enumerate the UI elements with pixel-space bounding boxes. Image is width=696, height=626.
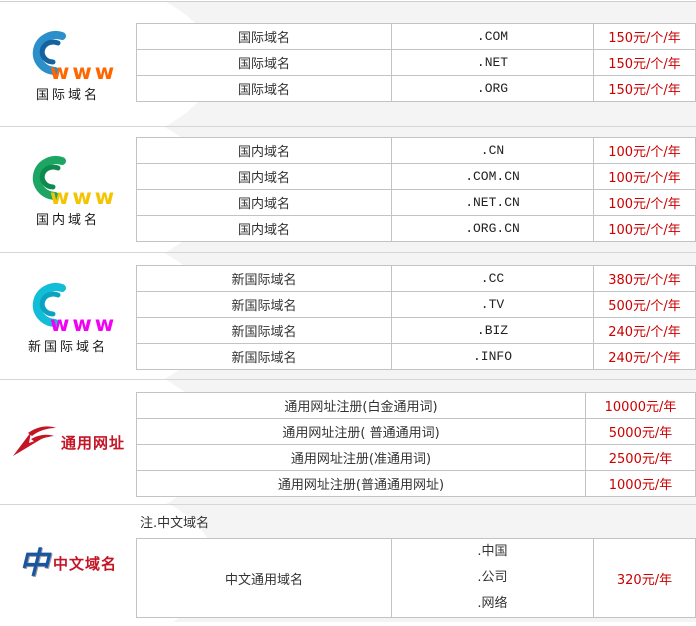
sidebar-label-new-international: 新国际域名 [28,336,108,355]
service-name-cell: 通用网址注册(白金通用词) [137,393,586,419]
domain-ext-cell: .CC [392,266,594,292]
chinese-domain-note: 注.中文域名 [140,512,696,531]
www-globe-cyan-icon: www [22,278,114,334]
domain-ext-cell: .ORG.CN [392,216,594,242]
service-price-cell: 5000元/年 [586,419,696,445]
domain-price-cell: 150元/个/年 [594,24,696,50]
sidebar-label-domestic: 国内域名 [36,209,100,228]
domain-ext-cell: .中国 .公司 .网络 [392,539,594,618]
pricing-table-chinese-domains: 中文通用域名 .中国 .公司 .网络 320元/年 [136,538,696,618]
table-row: 国际域名 .COM 150元/个/年 [137,24,696,50]
domain-type-cell: 中文通用域名 [137,539,392,618]
section-new-international-domains: www 新国际域名 新国际域名 .CC 380元/个/年 新国际域名 .TV 5… [0,253,696,380]
www-globe-blue-icon: www [22,26,114,82]
domain-price-cell: 240元/个/年 [594,344,696,370]
section-international-domains: www 国际域名 国际域名 .COM 150元/个/年 国际域名 .NET 15… [0,2,696,127]
ext-list: .中国 .公司 .网络 [477,539,507,617]
service-price-cell: 2500元/年 [586,445,696,471]
domain-price-cell: 100元/个/年 [594,190,696,216]
section-chinese-domains: 中 中文域名 注.中文域名 中文通用域名 .中国 .公司 .网络 320元/年 [0,505,696,622]
domain-ext-cell: .TV [392,292,594,318]
domain-type-cell: 新国际域名 [137,318,392,344]
domain-type-cell: 国内域名 [137,190,392,216]
table-row: 国际域名 .ORG 150元/个/年 [137,76,696,102]
table-row: 新国际域名 .TV 500元/个/年 [137,292,696,318]
www-text: www [50,185,114,207]
domain-price-cell: 150元/个/年 [594,76,696,102]
ext-item: .网络 [477,591,507,617]
www-text: www [50,60,114,82]
sidebar-label-generic-web-address: 通用网址 [61,432,125,453]
domain-price-cell: 240元/个/年 [594,318,696,344]
ext-item: .公司 [477,565,507,591]
domain-ext-cell: .NET.CN [392,190,594,216]
table-row: 新国际域名 .BIZ 240元/个/年 [137,318,696,344]
red-arrow-icon [11,424,57,460]
table-row: 新国际域名 .CC 380元/个/年 [137,266,696,292]
service-name-cell: 通用网址注册(准通用词) [137,445,586,471]
content-chinese-domains: 注.中文域名 中文通用域名 .中国 .公司 .网络 320元/年 [136,505,696,622]
domain-ext-cell: .NET [392,50,594,76]
sidebar-domestic: www 国内域名 [0,127,136,252]
table-row: 国内域名 .NET.CN 100元/个/年 [137,190,696,216]
content-domestic: 国内域名 .CN 100元/个/年 国内域名 .COM.CN 100元/个/年 … [136,127,696,252]
domain-ext-cell: .CN [392,138,594,164]
sidebar-generic-web-address: 通用网址 [0,380,136,504]
domain-ext-cell: .COM.CN [392,164,594,190]
sidebar-label-chinese-domains: 中文域名 [53,553,117,574]
sidebar-label-international: 国际域名 [36,84,100,103]
service-name-cell: 通用网址注册( 普通通用词) [137,419,586,445]
domain-type-cell: 国际域名 [137,76,392,102]
domain-price-cell: 320元/年 [594,539,696,618]
service-price-cell: 10000元/年 [586,393,696,419]
section-domestic-domains: www 国内域名 国内域名 .CN 100元/个/年 国内域名 .COM.CN … [0,127,696,253]
domain-ext-cell: .INFO [392,344,594,370]
table-row: 国内域名 .COM.CN 100元/个/年 [137,164,696,190]
domain-type-cell: 国际域名 [137,24,392,50]
domain-type-cell: 新国际域名 [137,344,392,370]
content-new-international: 新国际域名 .CC 380元/个/年 新国际域名 .TV 500元/个/年 新国… [136,253,696,379]
section-generic-web-address: 通用网址 通用网址注册(白金通用词) 10000元/年 通用网址注册( 普通通用… [0,380,696,505]
domain-type-cell: 新国际域名 [137,292,392,318]
domain-type-cell: 新国际域名 [137,266,392,292]
table-row: 通用网址注册(白金通用词) 10000元/年 [137,393,696,419]
content-international: 国际域名 .COM 150元/个/年 国际域名 .NET 150元/个/年 国际… [136,2,696,126]
ext-item: .中国 [477,539,507,565]
domain-type-cell: 国内域名 [137,164,392,190]
content-generic-web-address: 通用网址注册(白金通用词) 10000元/年 通用网址注册( 普通通用词) 50… [136,380,696,504]
table-row: 通用网址注册(准通用词) 2500元/年 [137,445,696,471]
pricing-table-international: 国际域名 .COM 150元/个/年 国际域名 .NET 150元/个/年 国际… [136,23,696,102]
domain-price-cell: 380元/个/年 [594,266,696,292]
domain-price-cell: 150元/个/年 [594,50,696,76]
table-row: 国际域名 .NET 150元/个/年 [137,50,696,76]
table-row: 新国际域名 .INFO 240元/个/年 [137,344,696,370]
domain-price-cell: 500元/个/年 [594,292,696,318]
domain-ext-cell: .ORG [392,76,594,102]
domain-ext-cell: .BIZ [392,318,594,344]
table-row: 国内域名 .CN 100元/个/年 [137,138,696,164]
domain-type-cell: 国际域名 [137,50,392,76]
sidebar-chinese-domains: 中 中文域名 [0,505,136,622]
pricing-table-domestic: 国内域名 .CN 100元/个/年 国内域名 .COM.CN 100元/个/年 … [136,137,696,242]
service-name-cell: 通用网址注册(普通通用网址) [137,471,586,497]
table-row: 中文通用域名 .中国 .公司 .网络 320元/年 [137,539,696,618]
table-row: 国内域名 .ORG.CN 100元/个/年 [137,216,696,242]
domain-type-cell: 国内域名 [137,216,392,242]
sidebar-new-international: www 新国际域名 [0,253,136,379]
sidebar-international: www 国际域名 [0,2,136,126]
domain-type-cell: 国内域名 [137,138,392,164]
pricing-table-generic-web-address: 通用网址注册(白金通用词) 10000元/年 通用网址注册( 普通通用词) 50… [136,392,696,497]
www-globe-green-icon: www [22,151,114,207]
service-price-cell: 1000元/年 [586,471,696,497]
pricing-table-new-international: 新国际域名 .CC 380元/个/年 新国际域名 .TV 500元/个/年 新国… [136,265,696,370]
table-row: 通用网址注册( 普通通用词) 5000元/年 [137,419,696,445]
domain-price-cell: 100元/个/年 [594,138,696,164]
zhong-character-icon: 中 [19,549,49,579]
table-row: 通用网址注册(普通通用网址) 1000元/年 [137,471,696,497]
domain-ext-cell: .COM [392,24,594,50]
www-text: www [50,312,114,334]
domain-price-cell: 100元/个/年 [594,164,696,190]
domain-price-cell: 100元/个/年 [594,216,696,242]
domain-pricing-page: www 国际域名 国际域名 .COM 150元/个/年 国际域名 .NET 15… [0,0,696,626]
